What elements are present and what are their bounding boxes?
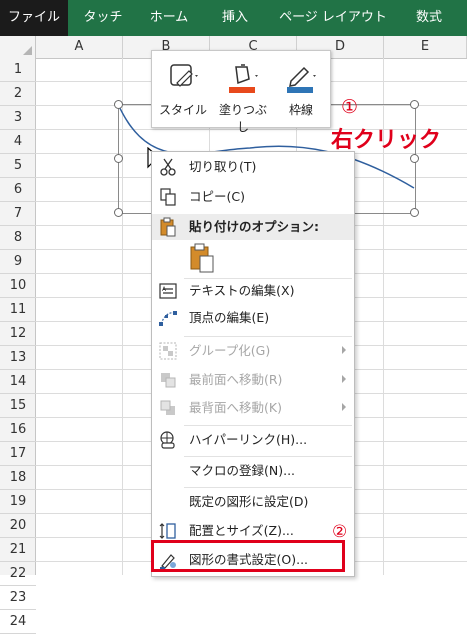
group-label: グループ化(G): [189, 343, 271, 358]
pen-outline-icon: [287, 66, 316, 93]
style-button[interactable]: スタイル: [156, 55, 210, 123]
assign-macro-label: マクロの登録(N)...: [189, 463, 296, 478]
menu-item-group[interactable]: グループ化(G): [152, 338, 354, 364]
menu-item-set-default-shape[interactable]: 既定の図形に設定(D): [152, 489, 354, 515]
hyperlink-icon: [160, 431, 175, 449]
set-default-shape-label: 既定の図形に設定(D): [189, 494, 309, 509]
outline-button[interactable]: 枠線: [276, 55, 326, 123]
step-2-marker: ②: [332, 522, 348, 542]
paste-options-header: 貼り付けのオプション:: [152, 214, 354, 240]
right-click-annotation: 右クリック: [331, 128, 442, 153]
scissors-icon: [160, 158, 176, 176]
hyperlink-label: ハイパーリンク(H)...: [189, 432, 308, 447]
menu-item-bring-to-front[interactable]: 最前面へ移動(R): [152, 367, 354, 393]
edit-text-label: テキストの編集(X): [189, 283, 295, 298]
text-box-icon: A: [159, 283, 177, 299]
paste-options-label: 貼り付けのオプション:: [189, 219, 319, 234]
copy-label: コピー(C): [189, 189, 245, 204]
cut-label: 切り取り(T): [189, 159, 257, 174]
resize-handle[interactable]: [410, 154, 419, 163]
row-header[interactable]: 24: [0, 610, 36, 634]
paste-icon: [190, 243, 214, 273]
resize-handle[interactable]: [114, 154, 123, 163]
menu-item-cut[interactable]: 切り取り(T): [152, 154, 354, 180]
send-to-back-icon: [160, 400, 175, 415]
context-menu: 切り取り(T) コピー(C) 貼り付けのオプション: A テキストの編集(X): [151, 151, 355, 577]
edit-points-icon: [159, 311, 177, 326]
menu-item-send-to-back[interactable]: 最背面へ移動(K): [152, 395, 354, 421]
submenu-arrow-icon: [342, 346, 346, 354]
menu-item-copy[interactable]: コピー(C): [152, 184, 354, 210]
resize-handle[interactable]: [410, 208, 419, 217]
outline-label: 枠線: [288, 103, 313, 117]
menu-item-assign-macro[interactable]: マクロの登録(N)...: [152, 458, 354, 484]
fill-label: 塗りつぶし: [218, 103, 268, 134]
menu-separator: [184, 425, 352, 426]
shape-style-icon: [170, 64, 198, 87]
send-to-back-label: 最背面へ移動(K): [189, 400, 282, 415]
menu-separator: [184, 456, 352, 457]
format-shape-highlight-box: [151, 540, 345, 572]
copy-icon: [160, 188, 176, 206]
style-label: スタイル: [158, 103, 207, 117]
menu-item-edit-points[interactable]: 頂点の編集(E): [152, 305, 354, 331]
menu-item-hyperlink[interactable]: ハイパーリンク(H)...: [152, 427, 354, 453]
resize-handle[interactable]: [410, 100, 419, 109]
menu-separator: [184, 487, 352, 488]
menu-item-edit-text[interactable]: A テキストの編集(X): [152, 278, 354, 304]
resize-handle[interactable]: [114, 208, 123, 217]
menu-separator: [184, 336, 352, 337]
mini-toolbar: スタイル 塗りつぶし 枠線: [151, 50, 331, 134]
submenu-arrow-icon: [342, 403, 346, 411]
size-properties-icon: [159, 523, 176, 539]
fill-button[interactable]: 塗りつぶし: [214, 55, 272, 134]
paint-bucket-icon: [229, 64, 258, 93]
edit-points-label: 頂点の編集(E): [189, 310, 270, 325]
clipboard-icon: [160, 217, 176, 237]
step-1-marker: ①: [341, 96, 359, 118]
row-header[interactable]: 23: [0, 586, 36, 610]
paste-keep-source-button[interactable]: [186, 242, 218, 274]
resize-handle[interactable]: [114, 100, 123, 109]
submenu-arrow-icon: [342, 375, 346, 383]
group-icon: [159, 342, 177, 360]
bring-to-front-icon: [161, 373, 176, 388]
bring-to-front-label: 最前面へ移動(R): [189, 372, 283, 387]
